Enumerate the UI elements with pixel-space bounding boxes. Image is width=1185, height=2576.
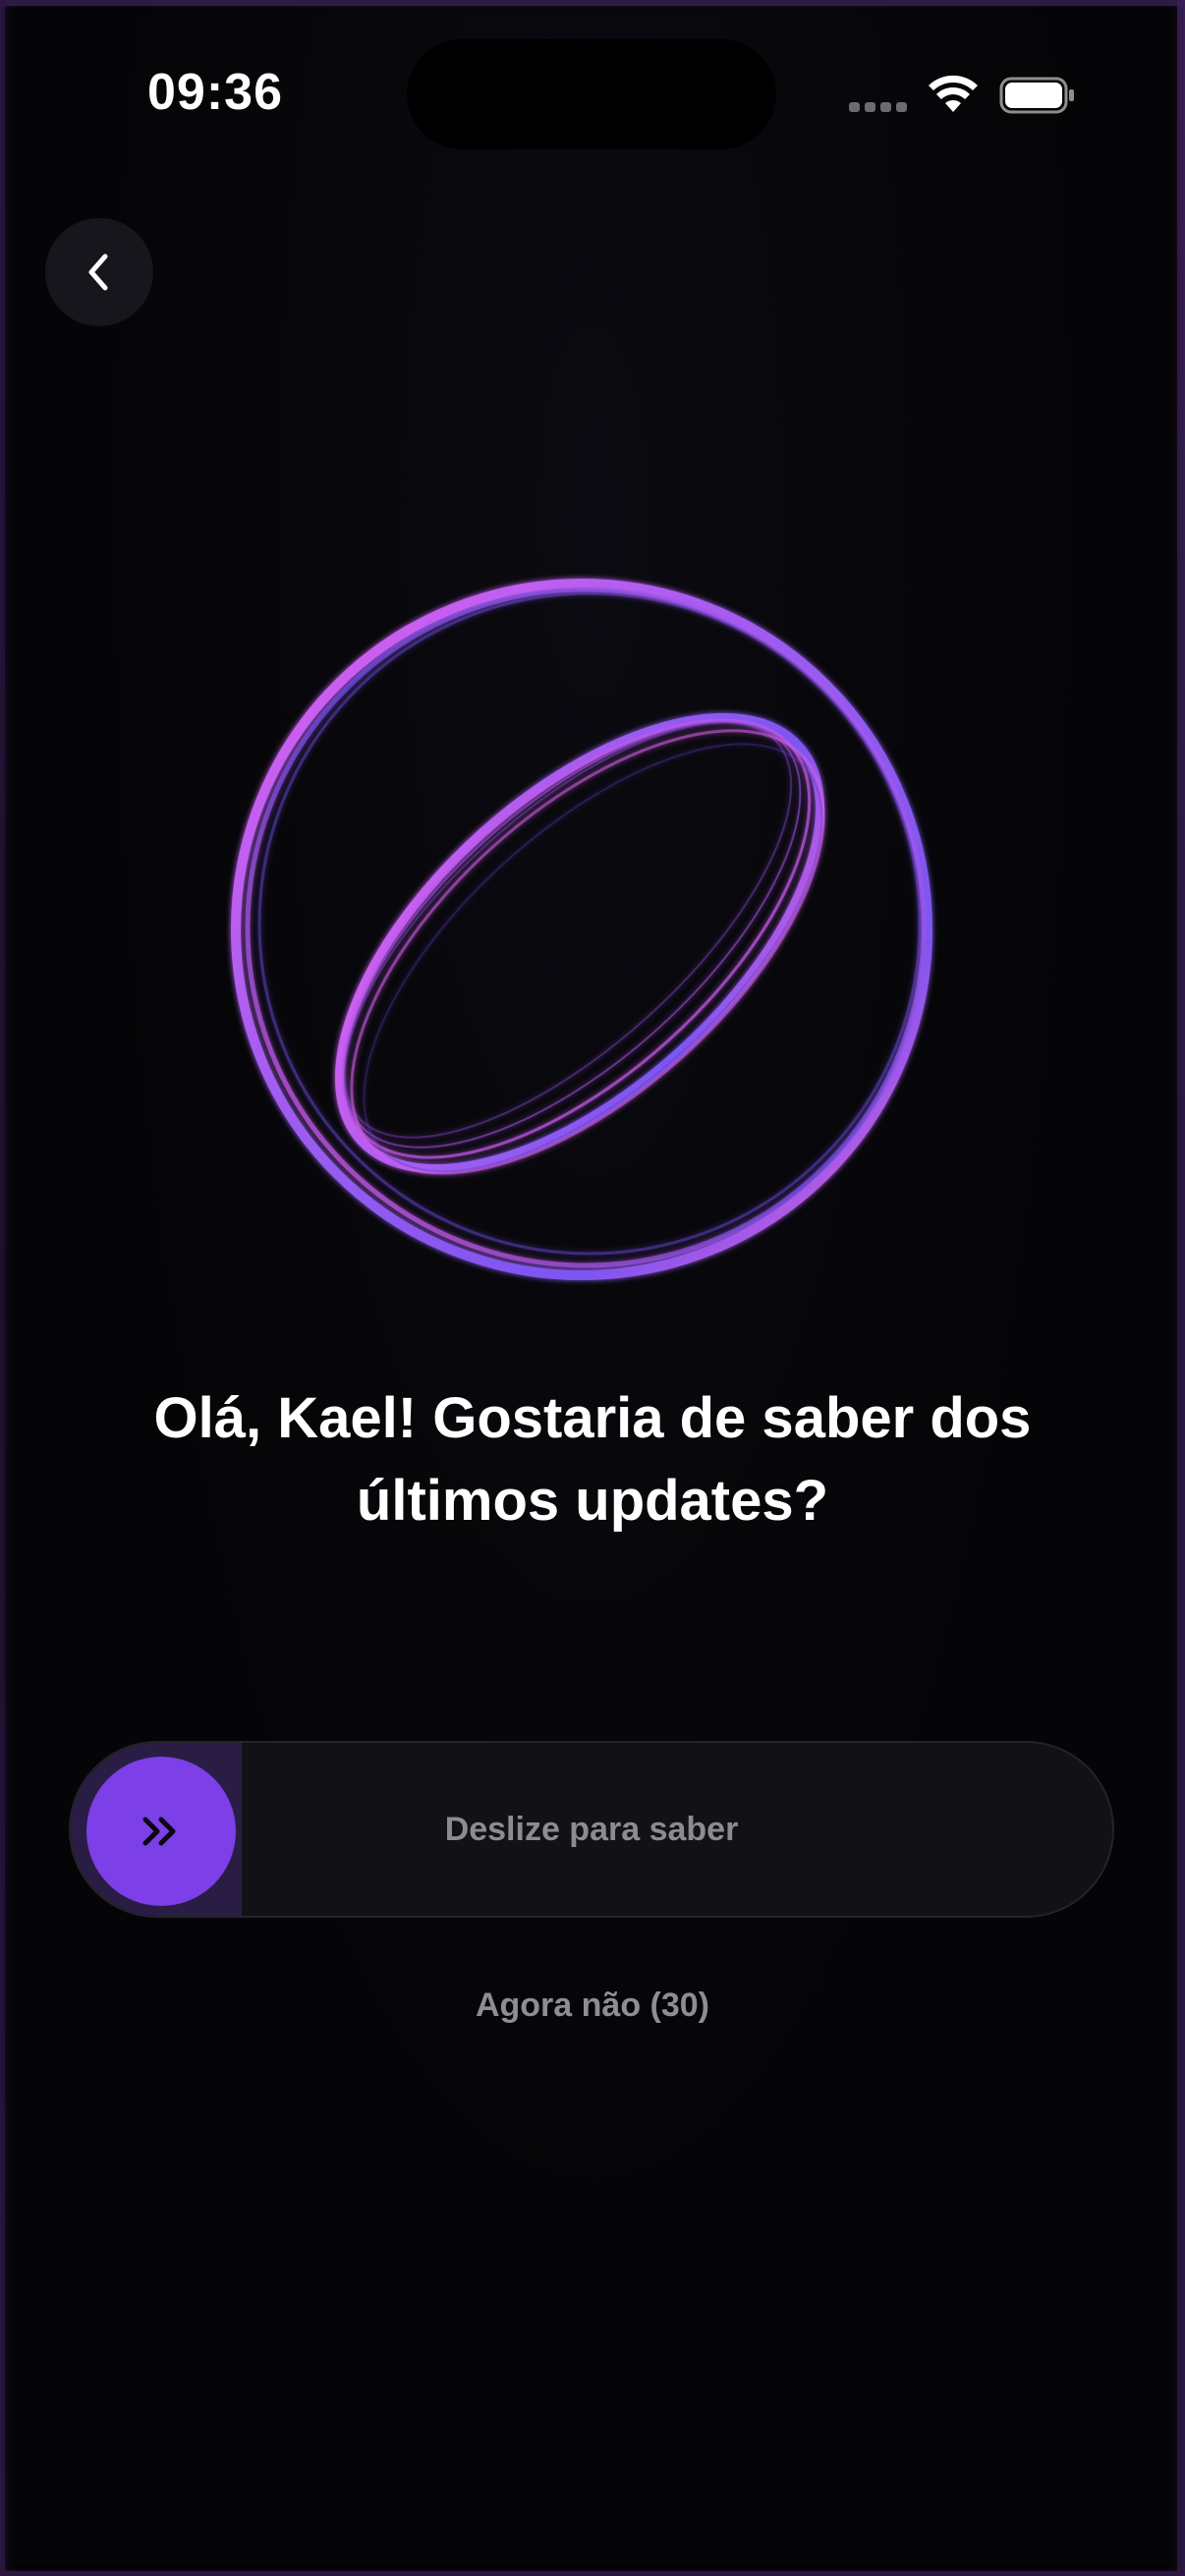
- double-chevron-right-icon: [142, 1817, 176, 1846]
- slider-thumb[interactable]: [86, 1757, 236, 1906]
- greeting-line-2: últimos updates?: [356, 1469, 829, 1533]
- frame-edge-right: [1177, 0, 1185, 2576]
- frame-edge-top: [0, 0, 1185, 6]
- chevron-left-icon: [88, 253, 108, 291]
- greeting-line-1: Olá, Kael! Gostaria de saber dos: [153, 1386, 1032, 1450]
- battery-icon: [999, 77, 1074, 114]
- slider-label: Deslize para saber: [444, 1810, 739, 1848]
- greeting-heading: Olá, Kael! Gostaria de saber dos últimos…: [98, 1377, 1087, 1542]
- back-button[interactable]: [45, 218, 153, 326]
- cellular-signal-icon: [849, 102, 908, 114]
- frame-edge-bottom: [0, 2571, 1185, 2576]
- swipe-to-reveal-slider[interactable]: Deslize para saber: [69, 1741, 1114, 1918]
- status-time: 09:36: [147, 64, 283, 121]
- frame-edge-left: [0, 0, 5, 2576]
- orb-rings-icon: [231, 579, 932, 1280]
- app-screen: 09:36 Olá, Kael! Gostaria de saber dos ú…: [0, 0, 1185, 2576]
- not-now-button[interactable]: Agora não (30): [0, 1987, 1185, 2025]
- dynamic-island: [407, 39, 776, 149]
- wifi-icon: [929, 75, 978, 112]
